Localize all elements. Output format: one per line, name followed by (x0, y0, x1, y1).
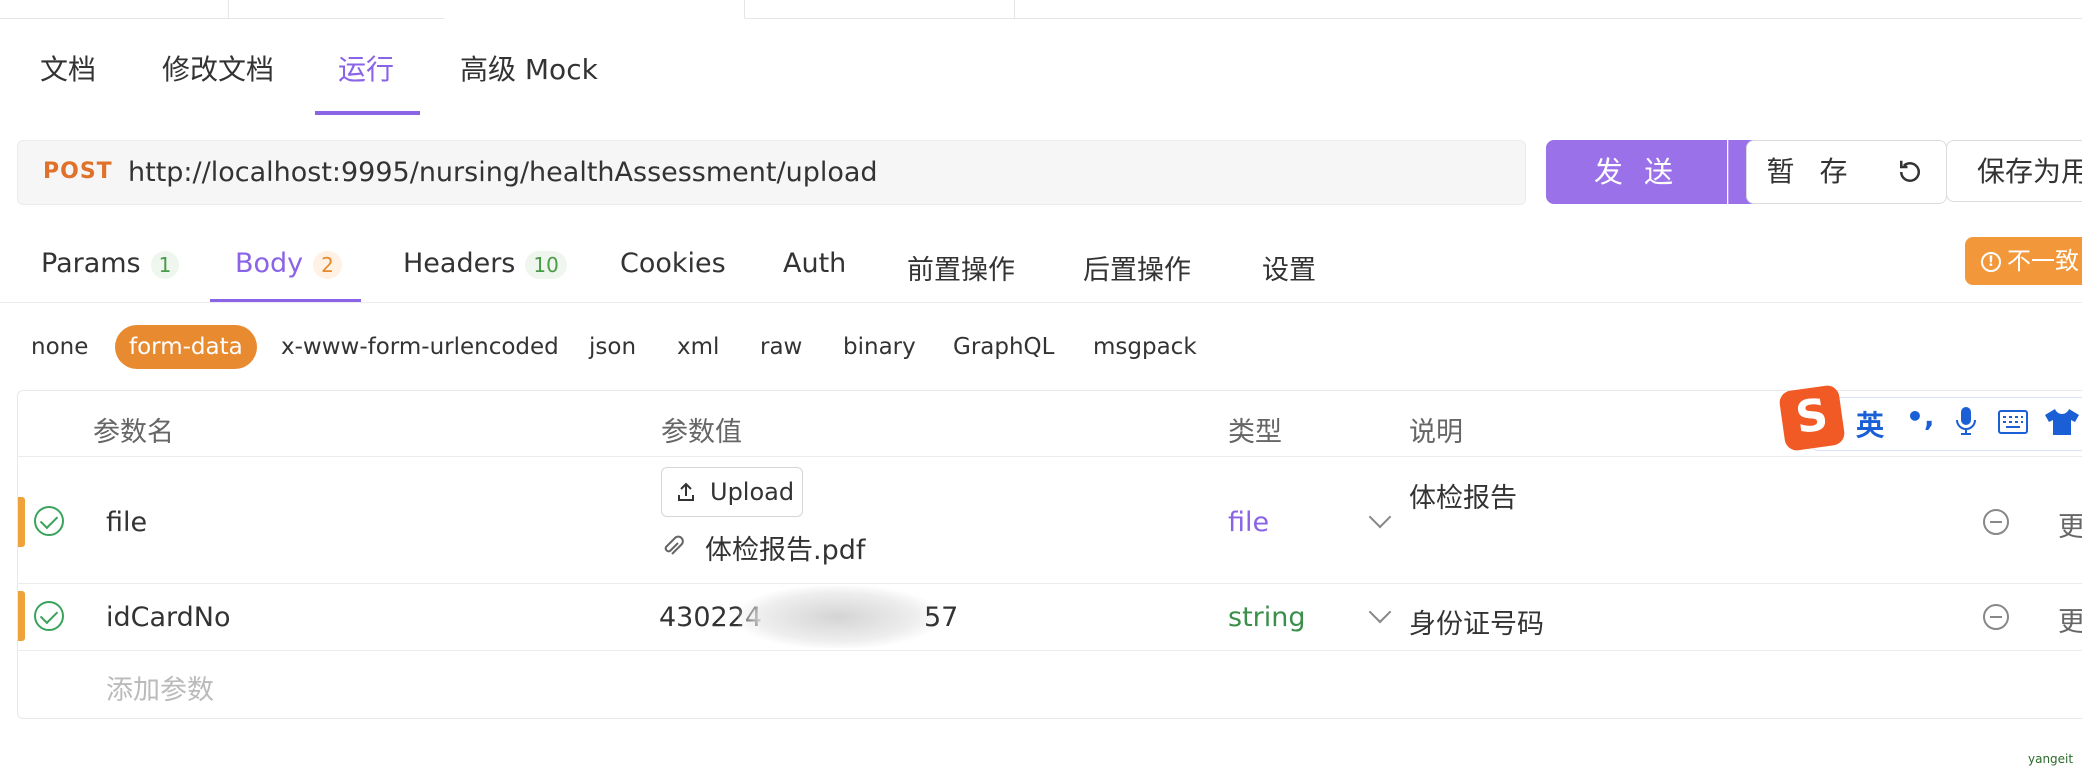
param-value-suffix[interactable]: 57 (924, 602, 958, 633)
body-type-xml[interactable]: xml (677, 334, 719, 360)
ime-logo[interactable]: S (1778, 384, 1846, 452)
window-tab[interactable] (744, 0, 1015, 18)
body-type-urlencoded[interactable]: x-www-form-urlencoded (281, 334, 559, 360)
more-button[interactable]: 更 (2058, 505, 2082, 544)
params-table: 参数名 参数值 类型 说明 file Upload 体检报告.pdf file … (17, 390, 2082, 719)
ime-punctuation-toggle[interactable]: •, (1906, 400, 1935, 433)
header-param-value: 参数值 (661, 417, 742, 448)
row-enabled-checkbox[interactable] (34, 506, 64, 536)
tab-auth[interactable]: Auth (783, 248, 846, 279)
divider (0, 302, 2082, 303)
tab-post-processors[interactable]: 后置操作 (1083, 248, 1191, 287)
attached-file-name[interactable]: 体检报告.pdf (705, 528, 865, 567)
tab-cookies[interactable]: Cookies (620, 248, 726, 279)
temp-save-button[interactable]: 暂 存 (1746, 140, 1876, 204)
params-count-badge: 1 (150, 250, 180, 279)
header-param-name: 参数名 (93, 417, 174, 448)
microphone-icon[interactable] (1955, 406, 1977, 436)
table-row: file Upload 体检报告.pdf file 体检报告 更 (18, 457, 2082, 583)
row-enabled-checkbox[interactable] (34, 601, 64, 631)
http-method[interactable]: POST (43, 159, 113, 184)
upload-label: Upload (710, 478, 795, 506)
mismatch-warning-button[interactable]: ! 不一致 (1965, 237, 2082, 285)
tab-body[interactable]: Body 2 (235, 248, 342, 279)
param-type-select[interactable]: file (1228, 507, 1269, 538)
redacted-blur (738, 586, 938, 648)
row-marker (18, 497, 25, 547)
save-as-case-button[interactable]: 保存为用 (1946, 140, 2082, 202)
body-type-form-data[interactable]: form-data (115, 325, 257, 369)
header-param-type: 类型 (1228, 417, 1282, 448)
table-row: idCardNo 430224 57 string 身份证号码 更 (18, 584, 2082, 650)
body-type-json[interactable]: json (589, 334, 636, 360)
body-type-binary[interactable]: binary (843, 334, 916, 360)
param-type-select[interactable]: string (1228, 602, 1306, 633)
window-tab[interactable] (228, 0, 445, 18)
window-tab-active[interactable] (444, 0, 745, 19)
tab-advanced-mock[interactable]: 高级 Mock (460, 48, 598, 88)
tab-edit-docs[interactable]: 修改文档 (162, 48, 274, 88)
tab-body-label: Body (235, 248, 304, 279)
param-name[interactable]: file (106, 507, 147, 538)
active-tab-indicator (315, 111, 420, 115)
reset-button[interactable] (1874, 140, 1947, 204)
tab-headers[interactable]: Headers 10 (403, 248, 567, 279)
paperclip-icon (664, 535, 684, 555)
tab-run[interactable]: 运行 (338, 48, 394, 88)
ime-toolbar (1812, 397, 2082, 451)
tab-params-label: Params (41, 248, 141, 279)
upload-button[interactable]: Upload (661, 467, 803, 517)
divider (18, 650, 2082, 651)
more-button[interactable]: 更 (2058, 600, 2082, 639)
remove-row-icon[interactable] (1983, 509, 2009, 535)
param-description[interactable]: 体检报告 (1409, 476, 1517, 515)
window-tab[interactable] (0, 0, 229, 18)
watermark: yangeit (2028, 752, 2074, 766)
headers-count-badge: 10 (525, 250, 567, 279)
body-type-graphql[interactable]: GraphQL (953, 334, 1054, 360)
refresh-icon (1900, 160, 1920, 182)
tab-docs[interactable]: 文档 (40, 48, 96, 88)
body-type-none[interactable]: none (31, 334, 88, 360)
send-button[interactable]: 发 送 (1546, 140, 1727, 204)
tab-settings[interactable]: 设置 (1262, 248, 1316, 287)
mismatch-label: 不一致 (2007, 247, 2079, 275)
add-param-input[interactable]: 添加参数 (106, 668, 214, 707)
header-param-desc: 说明 (1409, 417, 1463, 448)
request-url-bar[interactable]: POST http://localhost:9995/nursing/healt… (17, 140, 1526, 205)
window-tab-strip (0, 0, 2082, 19)
chevron-down-icon (1368, 600, 1392, 624)
url-input[interactable]: http://localhost:9995/nursing/healthAsse… (128, 157, 878, 188)
ime-language-toggle[interactable]: 英 (1856, 404, 1884, 444)
tab-pre-processors[interactable]: 前置操作 (907, 248, 1015, 287)
body-type-raw[interactable]: raw (760, 334, 802, 360)
tab-headers-label: Headers (403, 248, 516, 279)
skin-shirt-icon[interactable] (2044, 408, 2080, 436)
tab-params[interactable]: Params 1 (41, 248, 180, 279)
row-marker (18, 591, 25, 641)
upload-icon (678, 482, 694, 501)
body-type-msgpack[interactable]: msgpack (1093, 334, 1197, 360)
alert-icon: ! (1981, 252, 2001, 272)
param-name[interactable]: idCardNo (106, 602, 231, 633)
body-count-badge: 2 (313, 250, 342, 279)
keyboard-icon[interactable] (1998, 410, 2028, 434)
param-description[interactable]: 身份证号码 (1409, 602, 1544, 641)
remove-row-icon[interactable] (1983, 604, 2009, 630)
chevron-down-icon (1368, 505, 1392, 529)
window-tab[interactable] (1014, 0, 1814, 18)
